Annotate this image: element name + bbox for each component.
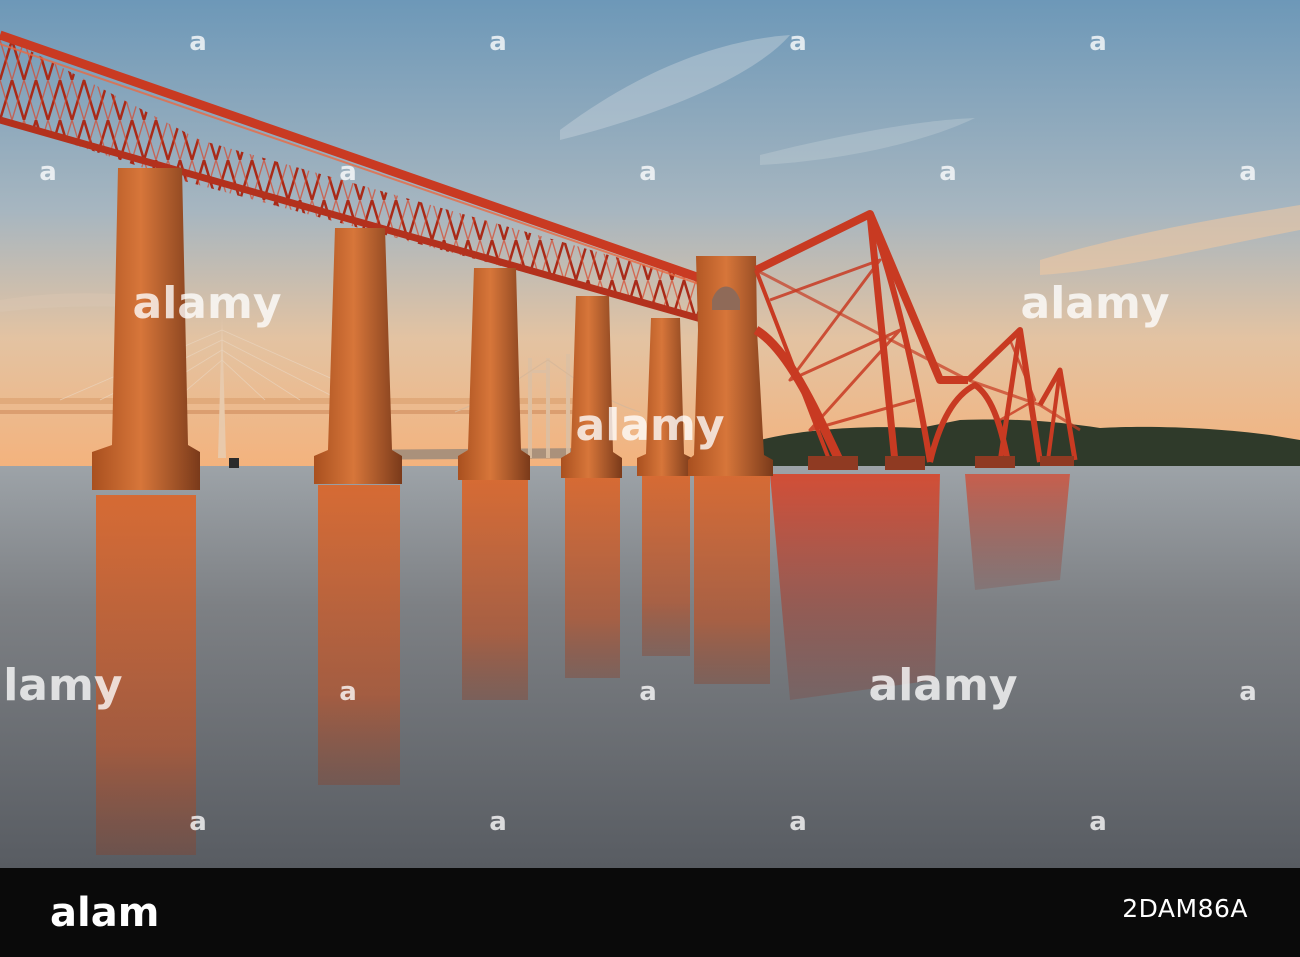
wm-mark: a: [39, 157, 57, 187]
forth-bridge-photo: a a a a a a a a a alamy alamy alamy alam…: [0, 0, 1300, 868]
wm-brand: alamy: [1021, 278, 1170, 329]
wm-mark: a: [339, 677, 357, 707]
wm-mark: a: [939, 157, 957, 187]
wm-mark: a: [189, 27, 207, 57]
wm-mark: a: [639, 157, 657, 187]
wm-mark: a: [789, 807, 807, 837]
footer-bar: alamy 2DAM86A: [0, 868, 1300, 957]
wm-mark: a: [639, 677, 657, 707]
alamy-logo-text: alamy: [50, 890, 160, 936]
wm-brand: alamy: [869, 660, 1018, 711]
wm-mark: a: [1089, 27, 1107, 57]
wm-brand: alamy: [133, 278, 282, 329]
wm-mark: a: [1089, 807, 1107, 837]
wm-mark: a: [339, 157, 357, 187]
wm-mark: a: [189, 807, 207, 837]
wm-mark: a: [489, 27, 507, 57]
wm-brand: alamy: [0, 660, 123, 711]
image-id: 2DAM86A: [1122, 894, 1248, 923]
wm-brand: alamy: [576, 400, 725, 451]
wm-mark: a: [489, 807, 507, 837]
wm-mark: a: [789, 27, 807, 57]
wm-mark: a: [1239, 677, 1257, 707]
photo: a a a a a a a a a alamy alamy alamy alam…: [0, 0, 1300, 868]
wm-mark: a: [1239, 157, 1257, 187]
alamy-logo[interactable]: alamy: [50, 886, 160, 938]
